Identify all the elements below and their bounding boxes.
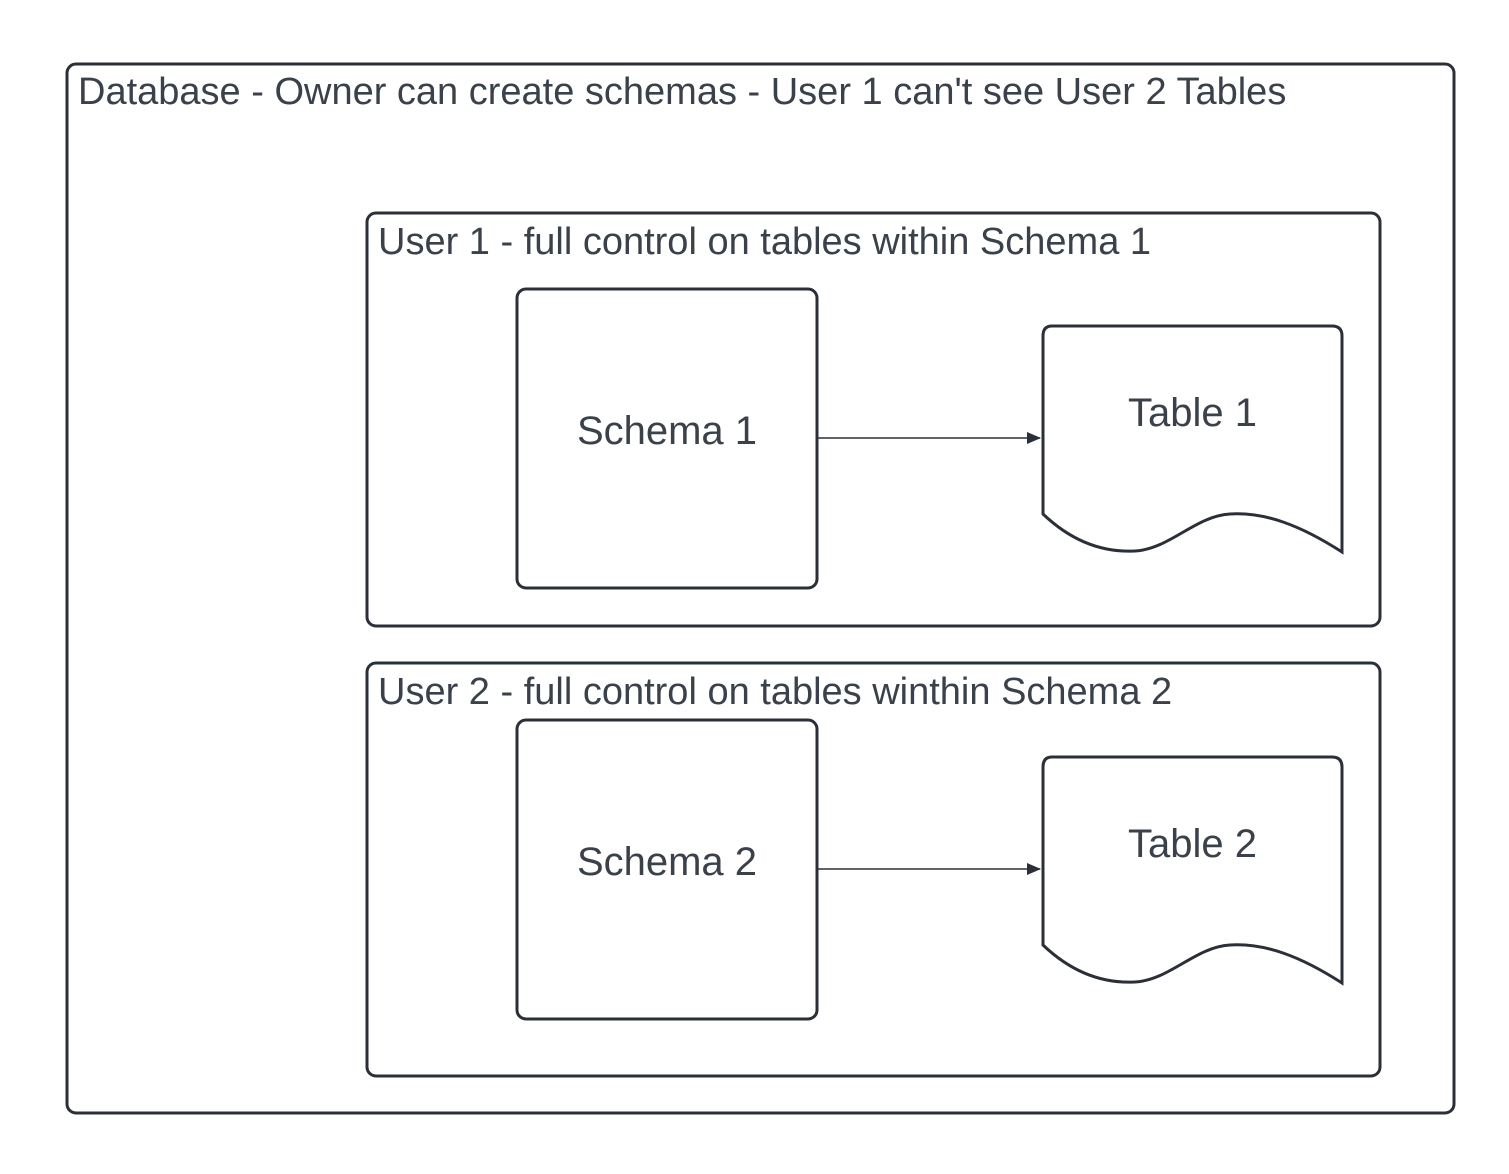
diagram-canvas (65, 62, 1456, 1115)
table1-document-shape[interactable] (1041, 324, 1344, 555)
table2-label: Table 2 (1128, 822, 1257, 866)
user2-label: User 2 - full control on tables winthin … (378, 671, 1173, 713)
schema2-label: Schema 2 (576, 840, 758, 884)
table2-document-shape[interactable] (1041, 755, 1344, 986)
database-label: Database - Owner can create schemas - Us… (78, 71, 1287, 113)
user1-label: User 1 - full control on tables within S… (378, 221, 1152, 263)
schema1-label: Schema 1 (576, 409, 758, 453)
table1-label: Table 1 (1128, 391, 1257, 435)
